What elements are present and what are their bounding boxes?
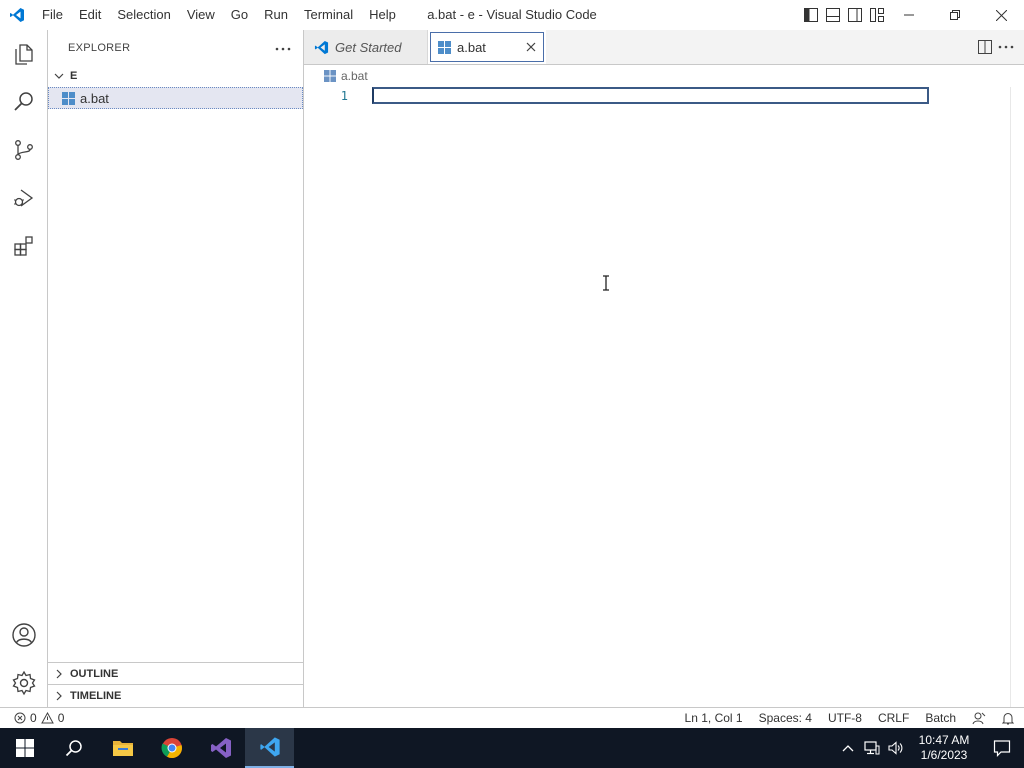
chevron-right-icon [54,691,64,701]
chevron-down-icon [54,71,64,81]
explorer-header: EXPLORER [48,30,303,65]
title-bar: File Edit Selection View Go Run Terminal… [0,0,1024,30]
error-count: 0 [30,711,37,725]
activity-bar [0,30,48,707]
menu-run[interactable]: Run [256,0,296,30]
account-icon[interactable] [0,611,47,659]
text-cursor-icon [602,275,610,294]
search-icon[interactable] [49,728,98,768]
current-line-highlight [372,87,929,104]
folder-header[interactable]: E [48,65,303,87]
close-icon[interactable] [978,0,1024,30]
end-of-line[interactable]: CRLF [878,711,909,725]
layout-controls [802,0,886,30]
clock-date: 1/6/2023 [920,748,968,762]
explorer-sidebar: EXPLORER E a.bat OUTLINE TIMELINE [48,30,304,707]
menu-bar: File Edit Selection View Go Run Terminal… [34,0,404,30]
chevron-up-icon[interactable] [836,728,860,768]
more-actions-icon[interactable] [998,45,1014,49]
network-icon[interactable] [860,728,884,768]
error-icon [14,712,26,724]
visual-studio-icon[interactable] [196,728,245,768]
vscode-icon[interactable] [245,728,294,768]
menu-edit[interactable]: Edit [71,0,109,30]
warning-count: 0 [57,711,65,725]
tab-label: a.bat [457,39,486,55]
search-icon[interactable] [0,78,47,126]
line-number: 1 [340,89,348,103]
editor-area: Get Started a.bat a.bat 1 [304,30,1024,707]
run-debug-icon[interactable] [0,174,47,222]
close-tab-icon[interactable] [526,42,536,52]
encoding[interactable]: UTF-8 [828,711,862,725]
status-bar-right: Ln 1, Col 1 Spaces: 4 UTF-8 CRLF Batch [685,708,1014,728]
more-actions-icon[interactable] [275,42,291,54]
windows-taskbar: 10:47 AM 1/6/2023 [0,728,1024,768]
windows-batch-file-icon [438,40,451,54]
menu-terminal[interactable]: Terminal [296,0,361,30]
system-tray: 10:47 AM 1/6/2023 [836,728,1024,768]
vscode-logo-icon [314,40,329,55]
explorer-title: EXPLORER [68,41,131,54]
feedback-icon[interactable] [972,711,986,725]
vertical-scrollbar[interactable] [1010,87,1011,707]
language-mode[interactable]: Batch [925,711,956,725]
problems-indicator[interactable]: 0 0 [0,711,64,725]
toggle-secondary-sidebar-icon[interactable] [846,0,864,30]
vscode-logo-icon [0,0,34,30]
warning-icon [40,712,54,724]
explorer-icon[interactable] [0,30,47,78]
menu-go[interactable]: Go [223,0,256,30]
outline-label: OUTLINE [70,667,119,680]
start-icon[interactable] [0,728,49,768]
chevron-right-icon [54,669,64,679]
file-name: a.bat [80,90,109,106]
timeline-section[interactable]: TIMELINE [48,684,303,706]
tab-bar: Get Started a.bat [304,30,1024,65]
outline-section[interactable]: OUTLINE [48,662,303,684]
menu-selection[interactable]: Selection [109,0,178,30]
file-item[interactable]: a.bat [48,87,303,109]
split-editor-icon[interactable] [978,40,992,54]
source-control-icon[interactable] [0,126,47,174]
breadcrumb-file: a.bat [341,69,368,83]
chrome-icon[interactable] [147,728,196,768]
windows-batch-file-icon [324,70,336,82]
toggle-panel-icon[interactable] [824,0,842,30]
menu-help[interactable]: Help [361,0,404,30]
restore-icon[interactable] [932,0,978,30]
tab-label: Get Started [335,39,402,55]
notifications-bell-icon[interactable] [1002,712,1014,725]
folder-name: E [70,70,78,82]
breadcrumb[interactable]: a.bat [304,65,1024,87]
clock-time: 10:47 AM [918,733,970,747]
windows-batch-file-icon [62,91,75,105]
volume-icon[interactable] [884,728,908,768]
activity-bar-bottom [0,611,47,707]
taskbar-clock[interactable]: 10:47 AM 1/6/2023 [908,733,980,763]
toggle-primary-sidebar-icon[interactable] [802,0,820,30]
extensions-icon[interactable] [0,222,47,270]
editor-actions [978,30,1024,64]
cursor-position[interactable]: Ln 1, Col 1 [685,711,743,725]
manage-gear-icon[interactable] [0,659,47,707]
code-editor[interactable]: 1 [304,87,1024,707]
notification-center-icon[interactable] [980,728,1024,768]
window-controls [886,0,1024,30]
timeline-label: TIMELINE [70,689,122,702]
customize-layout-icon[interactable] [868,0,886,30]
status-bar: 0 0 Ln 1, Col 1 Spaces: 4 UTF-8 CRLF Bat… [0,707,1024,728]
minimize-icon[interactable] [886,0,932,30]
menu-view[interactable]: View [179,0,223,30]
tab-get-started[interactable]: Get Started [304,30,428,64]
tab-a-bat[interactable]: a.bat [428,30,546,64]
menu-file[interactable]: File [34,0,71,30]
indentation[interactable]: Spaces: 4 [759,711,812,725]
file-explorer-icon[interactable] [98,728,147,768]
